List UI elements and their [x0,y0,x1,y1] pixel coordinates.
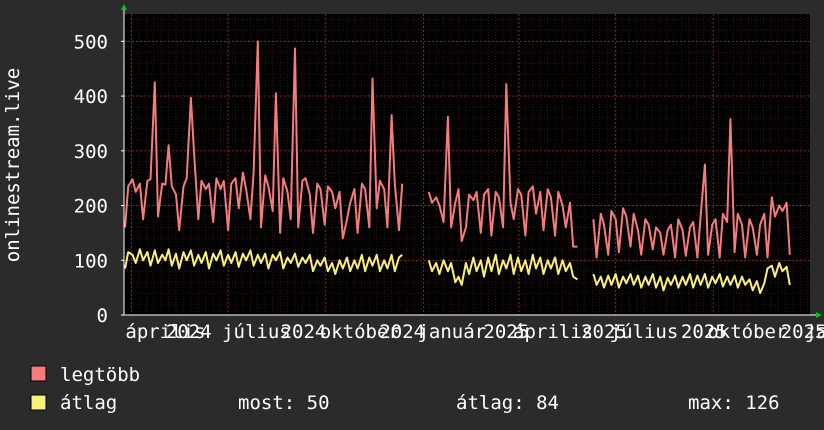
chart-root: 0 100 200 300 400 500 április július október jan… [0,0,824,430]
y-tick-label: 100 [74,250,108,272]
legend-stat-max: max: 126 [688,392,780,414]
y-axis-label: onlinestream.live [2,68,24,262]
x-year-label: 2024 [281,321,327,343]
x-tick-label: január [417,321,486,343]
x-year-label: 2025 [483,321,529,343]
legend-stat-current: most: 50 [238,392,330,414]
x-year-label: 2024 [379,321,425,343]
x-year-label: 2025 [581,321,627,343]
legend-swatch-legtobb [30,365,47,382]
x-year-label: 2025 [681,321,727,343]
legend-stat-average: átlag: 84 [456,392,559,414]
chart-svg: 0 100 200 300 400 500 április július október jan… [0,0,824,430]
legend-label-atlag: átlag [60,392,117,414]
legend-label-legtobb: legtöbb [60,364,140,386]
x-year-label: 2025 [781,321,824,343]
y-tick-label: 200 [74,196,108,218]
y-tick-label: 300 [74,141,108,163]
y-tick-label: 0 [97,305,108,327]
y-tick-label: 500 [74,31,108,53]
y-tick-label: 400 [74,86,108,108]
x-tick-labels: április július október január április július o… [125,321,824,343]
legend-swatch-atlag [30,394,47,411]
x-year-label: 2024 [166,321,212,343]
